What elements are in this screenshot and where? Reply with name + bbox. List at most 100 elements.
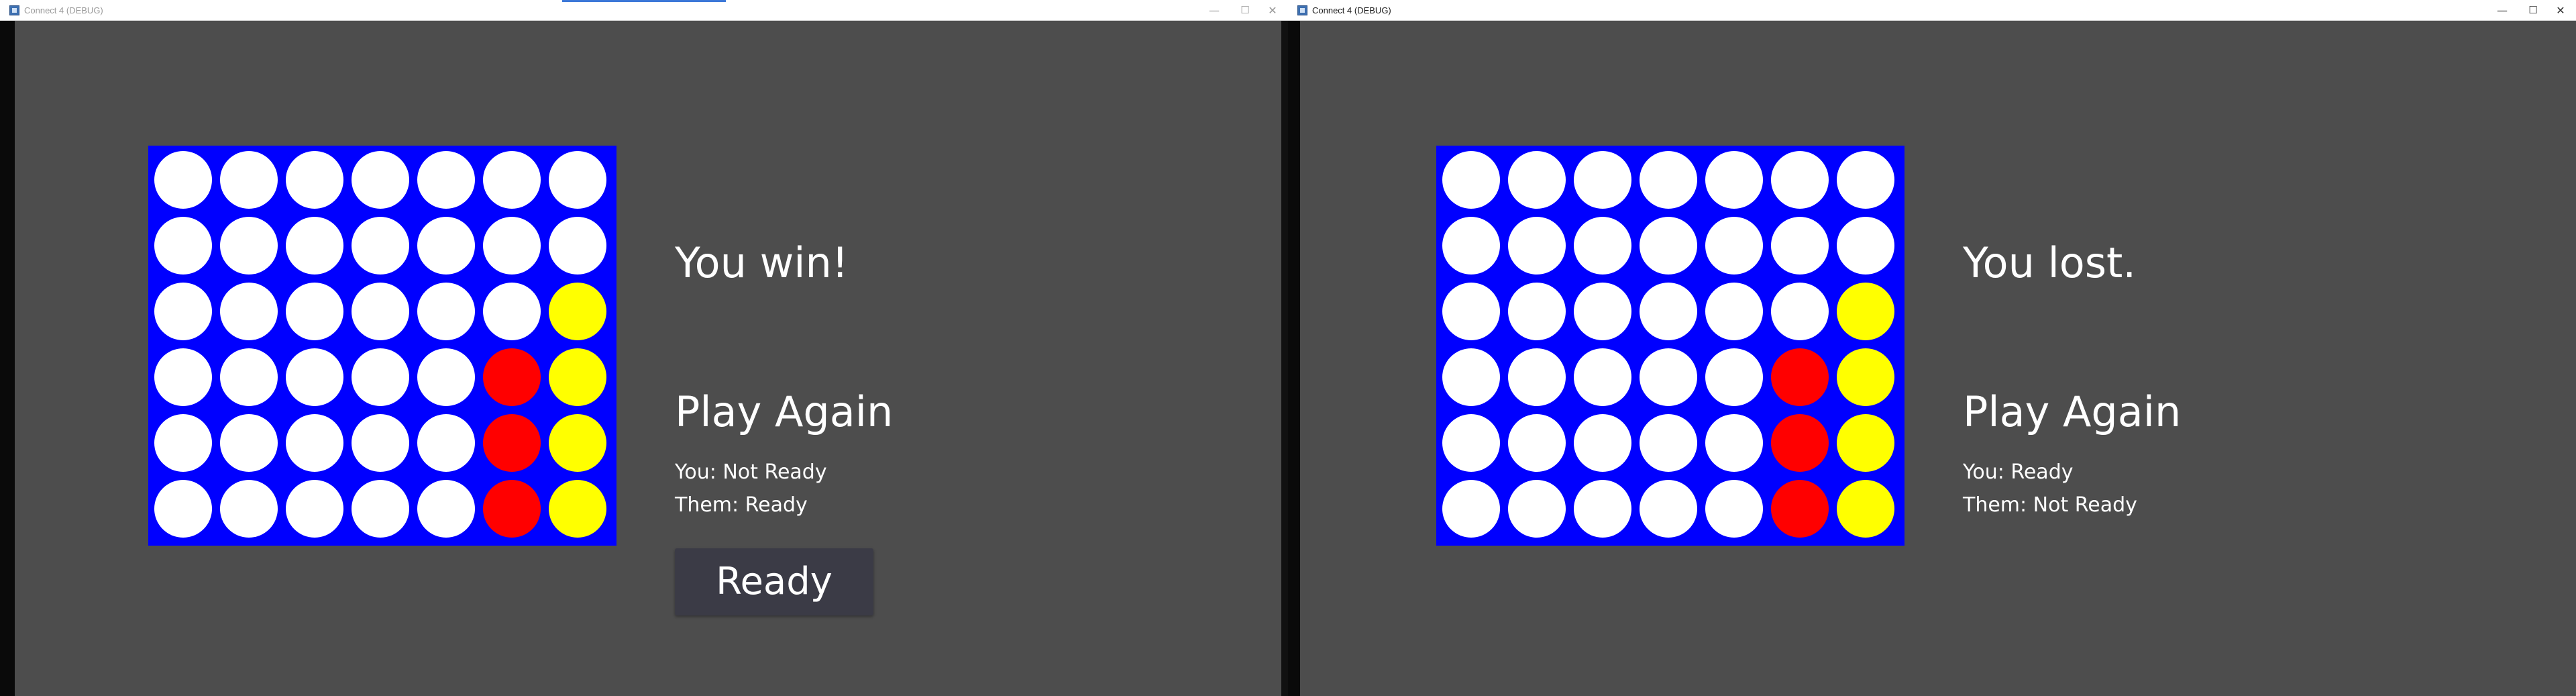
board-slot[interactable] [352, 283, 409, 340]
red-disc[interactable] [1771, 348, 1829, 406]
board-slot[interactable] [1508, 414, 1566, 472]
board-slot[interactable] [352, 151, 409, 209]
board-slot[interactable] [1705, 480, 1763, 538]
board-slot[interactable] [1442, 151, 1500, 209]
play-again-heading: Play Again [1963, 387, 2182, 436]
board-slot[interactable] [1640, 151, 1697, 209]
board-slot[interactable] [1640, 283, 1697, 340]
yellow-disc[interactable] [549, 414, 606, 472]
board-slot[interactable] [154, 217, 212, 275]
board-slot[interactable] [220, 348, 278, 406]
board-slot[interactable] [220, 151, 278, 209]
board-slot[interactable] [220, 217, 278, 275]
board-slot[interactable] [483, 217, 541, 275]
board-slot[interactable] [352, 480, 409, 538]
board-slot[interactable] [1442, 348, 1500, 406]
board-slot[interactable] [352, 348, 409, 406]
board-slot[interactable] [154, 348, 212, 406]
board-slot[interactable] [352, 414, 409, 472]
board-slot[interactable] [1705, 283, 1763, 340]
board-slot[interactable] [1640, 414, 1697, 472]
window-title: Connect 4 (DEBUG) [24, 5, 103, 15]
board-slot[interactable] [220, 414, 278, 472]
board-slot[interactable] [220, 283, 278, 340]
board-slot[interactable] [1574, 414, 1631, 472]
yellow-disc[interactable] [1837, 480, 1894, 538]
red-disc[interactable] [483, 348, 541, 406]
board-slot[interactable] [417, 348, 475, 406]
board-slot[interactable] [417, 480, 475, 538]
board-slot[interactable] [1705, 414, 1763, 472]
board-slot[interactable] [417, 283, 475, 340]
board-slot[interactable] [286, 217, 343, 275]
red-disc[interactable] [483, 480, 541, 538]
board-slot[interactable] [1771, 283, 1829, 340]
yellow-disc[interactable] [549, 283, 606, 340]
close-icon[interactable]: ✕ [2545, 0, 2576, 21]
board-slot[interactable] [1640, 480, 1697, 538]
board-slot[interactable] [154, 283, 212, 340]
red-disc[interactable] [1771, 414, 1829, 472]
board-slot[interactable] [1508, 348, 1566, 406]
yellow-disc[interactable] [1837, 414, 1894, 472]
board-slot[interactable] [352, 217, 409, 275]
board-slot[interactable] [1705, 151, 1763, 209]
title-bar[interactable]: Connect 4 (DEBUG) — ☐ ✕ [0, 0, 1288, 21]
board-slot[interactable] [154, 151, 212, 209]
red-disc[interactable] [483, 414, 541, 472]
result-text: You lost. [1963, 238, 2137, 287]
board-slot[interactable] [154, 480, 212, 538]
board-slot[interactable] [1574, 283, 1631, 340]
board-slot[interactable] [1508, 283, 1566, 340]
board-slot[interactable] [286, 283, 343, 340]
board-slot[interactable] [1574, 151, 1631, 209]
yellow-disc[interactable] [549, 480, 606, 538]
board-slot[interactable] [286, 414, 343, 472]
red-disc[interactable] [1771, 480, 1829, 538]
game-board[interactable] [1436, 146, 1904, 546]
board-slot[interactable] [286, 348, 343, 406]
maximize-icon[interactable]: ☐ [1230, 0, 1260, 21]
board-slot[interactable] [549, 151, 606, 209]
title-bar[interactable]: Connect 4 (DEBUG) — ☐ ✕ [1288, 0, 2576, 21]
board-slot[interactable] [1837, 217, 1894, 275]
board-slot[interactable] [1837, 151, 1894, 209]
game-board[interactable] [148, 146, 616, 546]
board-slot[interactable] [549, 217, 606, 275]
board-slot[interactable] [1771, 151, 1829, 209]
game-window-left: Connect 4 (DEBUG) — ☐ ✕ You win! Play Ag… [0, 0, 1288, 696]
ready-button[interactable]: Ready [675, 548, 873, 615]
minimize-icon[interactable]: — [2487, 0, 2518, 21]
board-slot[interactable] [1640, 217, 1697, 275]
board-slot[interactable] [417, 217, 475, 275]
board-slot[interactable] [1442, 217, 1500, 275]
yellow-disc[interactable] [549, 348, 606, 406]
maximize-icon[interactable]: ☐ [2518, 0, 2548, 21]
game-window-right: Connect 4 (DEBUG) — ☐ ✕ You lost. Play A… [1288, 0, 2576, 696]
board-slot[interactable] [1574, 348, 1631, 406]
board-slot[interactable] [1574, 217, 1631, 275]
board-slot[interactable] [1640, 348, 1697, 406]
board-slot[interactable] [1442, 283, 1500, 340]
board-slot[interactable] [1508, 480, 1566, 538]
board-slot[interactable] [1508, 217, 1566, 275]
close-icon[interactable]: ✕ [1257, 0, 1288, 21]
board-slot[interactable] [483, 151, 541, 209]
board-slot[interactable] [417, 151, 475, 209]
board-slot[interactable] [154, 414, 212, 472]
board-slot[interactable] [286, 480, 343, 538]
board-slot[interactable] [1442, 480, 1500, 538]
minimize-icon[interactable]: — [1199, 0, 1230, 21]
board-slot[interactable] [483, 283, 541, 340]
yellow-disc[interactable] [1837, 348, 1894, 406]
board-slot[interactable] [220, 480, 278, 538]
board-slot[interactable] [1442, 414, 1500, 472]
board-slot[interactable] [1705, 217, 1763, 275]
board-slot[interactable] [286, 151, 343, 209]
board-slot[interactable] [1508, 151, 1566, 209]
board-slot[interactable] [1705, 348, 1763, 406]
yellow-disc[interactable] [1837, 283, 1894, 340]
board-slot[interactable] [1771, 217, 1829, 275]
board-slot[interactable] [417, 414, 475, 472]
board-slot[interactable] [1574, 480, 1631, 538]
